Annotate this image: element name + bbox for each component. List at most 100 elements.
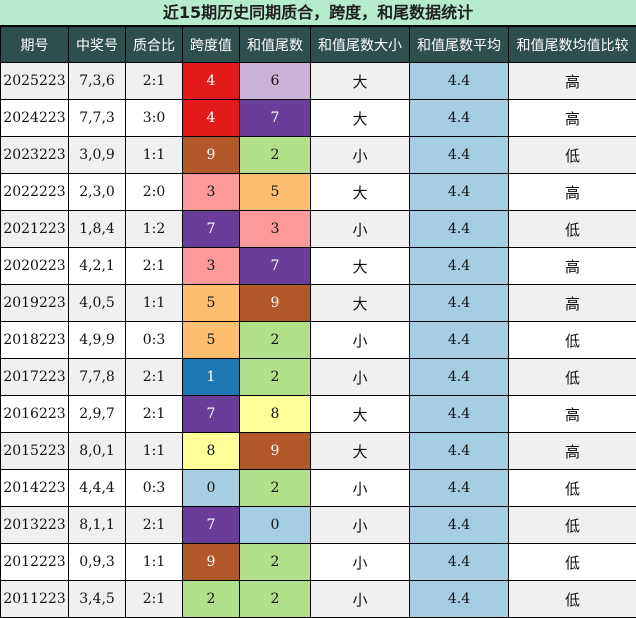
cmp-cell: 高 xyxy=(509,100,636,137)
cmp-cell: 低 xyxy=(509,544,636,581)
table-row: 20122230,9,31:192小4.4低 xyxy=(1,544,636,581)
period-cell: 2022223 xyxy=(1,174,69,211)
size-cell: 小 xyxy=(311,137,410,174)
span-cell: 3 xyxy=(183,248,240,285)
sheet-title: 近15期历史同期质合，跨度，和尾数据统计 xyxy=(0,0,636,26)
period-cell: 2017223 xyxy=(1,359,69,396)
header-avg: 和值尾数平均 xyxy=(410,27,509,63)
span-cell: 7 xyxy=(183,211,240,248)
avg-cell: 4.4 xyxy=(410,248,509,285)
period-cell: 2015223 xyxy=(1,433,69,470)
ratio-cell: 2:1 xyxy=(126,581,183,618)
size-cell: 小 xyxy=(311,322,410,359)
period-cell: 2019223 xyxy=(1,285,69,322)
table-row: 20242237,7,33:047大4.4高 xyxy=(1,100,636,137)
table-row: 20232233,0,91:192小4.4低 xyxy=(1,137,636,174)
table-body: 20252237,3,62:146大4.4高20242237,7,33:047大… xyxy=(1,63,636,618)
cmp-cell: 低 xyxy=(509,211,636,248)
avg-cell: 4.4 xyxy=(410,100,509,137)
avg-cell: 4.4 xyxy=(410,507,509,544)
cmp-cell: 低 xyxy=(509,581,636,618)
size-cell: 大 xyxy=(311,174,410,211)
cmp-cell: 低 xyxy=(509,507,636,544)
header-span: 跨度值 xyxy=(183,27,240,63)
avg-cell: 4.4 xyxy=(410,211,509,248)
period-cell: 2023223 xyxy=(1,137,69,174)
number-cell: 7,7,3 xyxy=(69,100,126,137)
tail-cell: 9 xyxy=(240,285,311,322)
header-period: 期号 xyxy=(1,27,69,63)
tail-cell: 2 xyxy=(240,322,311,359)
ratio-cell: 2:0 xyxy=(126,174,183,211)
span-cell: 2 xyxy=(183,581,240,618)
ratio-cell: 2:1 xyxy=(126,63,183,100)
period-cell: 2020223 xyxy=(1,248,69,285)
ratio-cell: 1:1 xyxy=(126,285,183,322)
avg-cell: 4.4 xyxy=(410,174,509,211)
header-tail: 和值尾数 xyxy=(240,27,311,63)
size-cell: 小 xyxy=(311,470,410,507)
span-cell: 9 xyxy=(183,544,240,581)
number-cell: 0,9,3 xyxy=(69,544,126,581)
period-cell: 2021223 xyxy=(1,211,69,248)
avg-cell: 4.4 xyxy=(410,285,509,322)
span-cell: 5 xyxy=(183,322,240,359)
table-row: 20192234,0,51:159大4.4高 xyxy=(1,285,636,322)
span-cell: 5 xyxy=(183,285,240,322)
span-cell: 7 xyxy=(183,396,240,433)
period-cell: 2013223 xyxy=(1,507,69,544)
header-size: 和值尾数大小 xyxy=(311,27,410,63)
ratio-cell: 0:3 xyxy=(126,470,183,507)
period-cell: 2018223 xyxy=(1,322,69,359)
table-row: 20152238,0,11:189大4.4高 xyxy=(1,433,636,470)
span-cell: 9 xyxy=(183,137,240,174)
ratio-cell: 2:1 xyxy=(126,396,183,433)
ratio-cell: 0:3 xyxy=(126,322,183,359)
avg-cell: 4.4 xyxy=(410,544,509,581)
table-row: 20162232,9,72:178大4.4高 xyxy=(1,396,636,433)
number-cell: 2,9,7 xyxy=(69,396,126,433)
stats-sheet: 近15期历史同期质合，跨度，和尾数据统计 期号 中奖号 质合比 跨度值 和值尾数… xyxy=(0,0,636,617)
size-cell: 小 xyxy=(311,581,410,618)
header-ratio: 质合比 xyxy=(126,27,183,63)
tail-cell: 2 xyxy=(240,359,311,396)
avg-cell: 4.4 xyxy=(410,63,509,100)
span-cell: 3 xyxy=(183,174,240,211)
size-cell: 小 xyxy=(311,544,410,581)
number-cell: 1,8,4 xyxy=(69,211,126,248)
span-cell: 0 xyxy=(183,470,240,507)
size-cell: 小 xyxy=(311,359,410,396)
cmp-cell: 低 xyxy=(509,137,636,174)
ratio-cell: 1:1 xyxy=(126,544,183,581)
size-cell: 大 xyxy=(311,100,410,137)
number-cell: 4,4,4 xyxy=(69,470,126,507)
cmp-cell: 高 xyxy=(509,433,636,470)
tail-cell: 2 xyxy=(240,470,311,507)
table-row: 20142234,4,40:302小4.4低 xyxy=(1,470,636,507)
ratio-cell: 2:1 xyxy=(126,359,183,396)
number-cell: 2,3,0 xyxy=(69,174,126,211)
avg-cell: 4.4 xyxy=(410,359,509,396)
number-cell: 7,7,8 xyxy=(69,359,126,396)
cmp-cell: 高 xyxy=(509,174,636,211)
table-row: 20112233,4,52:122小4.4低 xyxy=(1,581,636,618)
ratio-cell: 2:1 xyxy=(126,248,183,285)
size-cell: 小 xyxy=(311,211,410,248)
table-row: 20172237,7,82:112小4.4低 xyxy=(1,359,636,396)
ratio-cell: 1:1 xyxy=(126,137,183,174)
number-cell: 7,3,6 xyxy=(69,63,126,100)
tail-cell: 2 xyxy=(240,137,311,174)
table-row: 20252237,3,62:146大4.4高 xyxy=(1,63,636,100)
size-cell: 大 xyxy=(311,433,410,470)
size-cell: 大 xyxy=(311,63,410,100)
cmp-cell: 高 xyxy=(509,285,636,322)
period-cell: 2016223 xyxy=(1,396,69,433)
avg-cell: 4.4 xyxy=(410,470,509,507)
tail-cell: 8 xyxy=(240,396,311,433)
number-cell: 4,0,5 xyxy=(69,285,126,322)
number-cell: 4,2,1 xyxy=(69,248,126,285)
avg-cell: 4.4 xyxy=(410,137,509,174)
span-cell: 7 xyxy=(183,507,240,544)
stats-table: 期号 中奖号 质合比 跨度值 和值尾数 和值尾数大小 和值尾数平均 和值尾数均值… xyxy=(0,26,636,618)
header-cmp: 和值尾数均值比较 xyxy=(509,27,636,63)
